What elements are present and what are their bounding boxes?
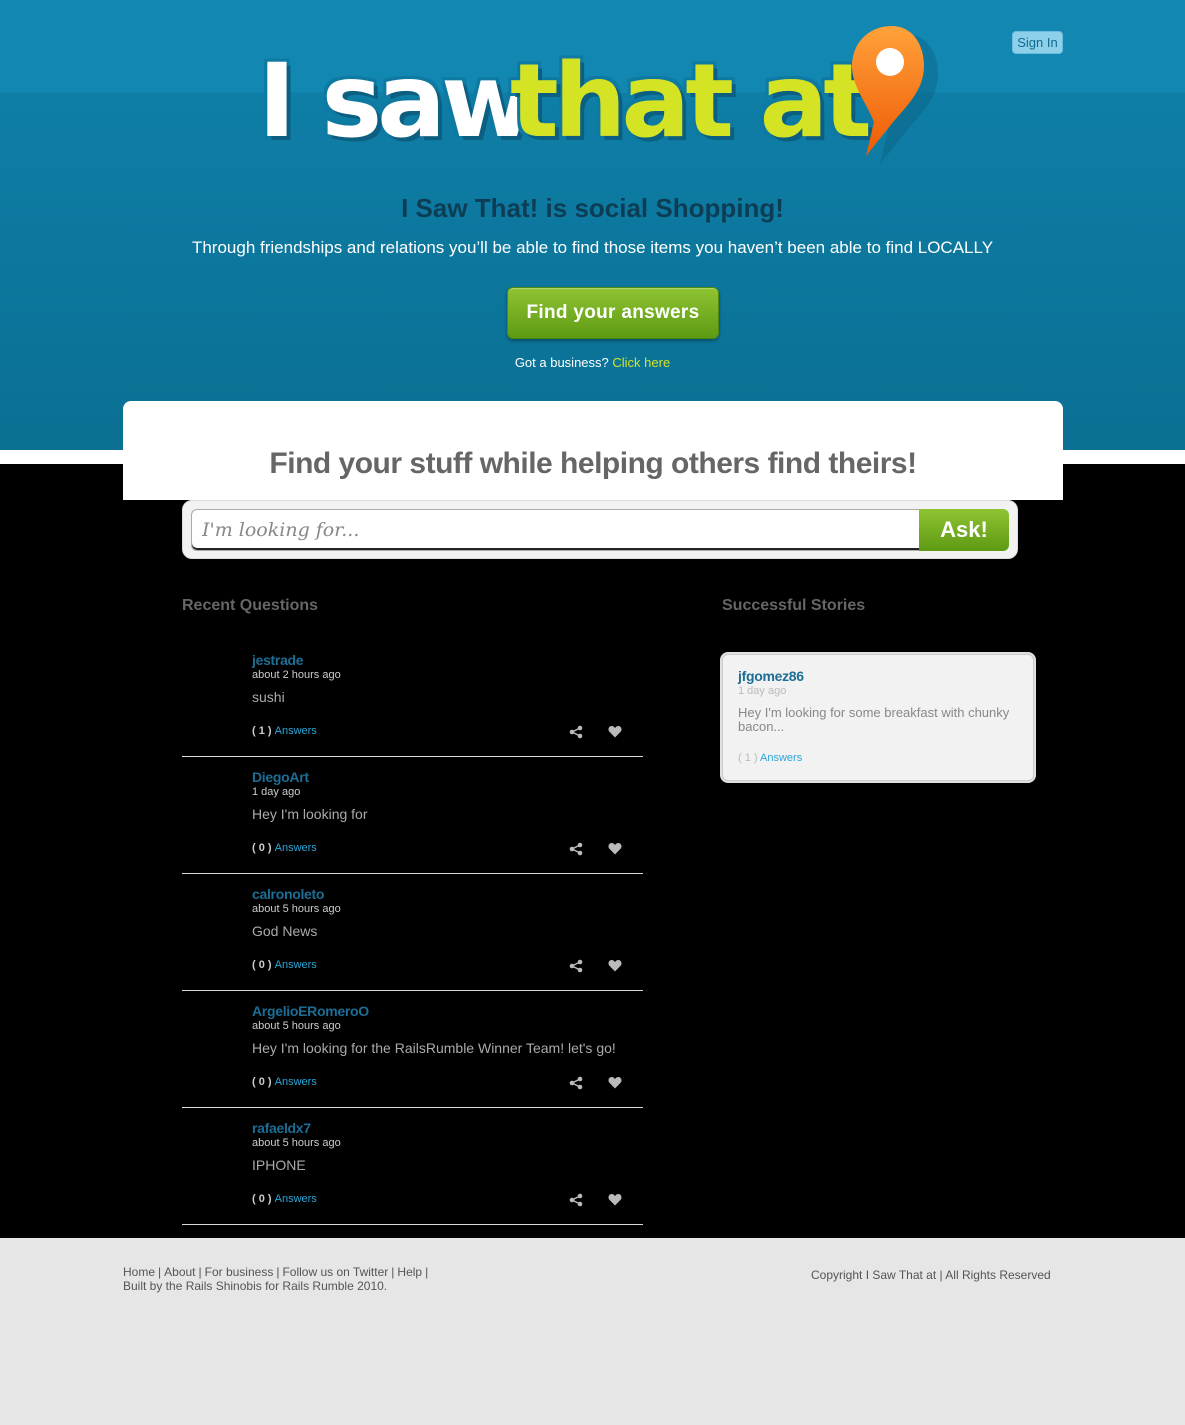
list-item: DiegoArt 1 day ago Hey I'm looking for (… — [182, 757, 643, 874]
answer-count: ( 0 ) — [252, 1076, 272, 1088]
footer-link-help[interactable]: Help — [394, 1265, 425, 1279]
story-card[interactable]: jfgomez86 1 day ago Hey I'm looking for … — [722, 654, 1034, 781]
answers-link[interactable]: Answers — [275, 1076, 317, 1088]
share-icon[interactable] — [569, 959, 583, 973]
heart-icon[interactable] — [608, 1193, 622, 1206]
question-timestamp: about 5 hours ago — [252, 1137, 341, 1149]
question-username[interactable]: jestrade — [252, 652, 304, 668]
recent-questions-list: jestrade about 2 hours ago sushi ( 1 ) A… — [182, 640, 643, 1225]
question-text[interactable]: God News — [252, 923, 317, 939]
question-username[interactable]: ArgelioERomeroO — [252, 1003, 369, 1019]
search-input[interactable] — [191, 509, 921, 551]
answers-link[interactable]: Answers — [760, 752, 802, 764]
question-answers: ( 0 ) Answers — [252, 1076, 317, 1088]
answers-link[interactable]: Answers — [275, 1193, 317, 1205]
question-timestamp: about 2 hours ago — [252, 669, 341, 681]
answer-count: ( 0 ) — [252, 842, 272, 854]
answer-count: ( 0 ) — [252, 1193, 272, 1205]
share-icon[interactable] — [569, 842, 583, 856]
list-item: jestrade about 2 hours ago sushi ( 1 ) A… — [182, 640, 643, 757]
question-text[interactable]: IPHONE — [252, 1157, 306, 1173]
list-item: calronoleto about 5 hours ago God News (… — [182, 874, 643, 991]
question-text[interactable]: Hey I'm looking for the RailsRumble Winn… — [252, 1040, 616, 1056]
question-answers: ( 1 ) Answers — [252, 725, 317, 737]
heart-icon[interactable] — [608, 1076, 622, 1089]
successful-stories-title: Successful Stories — [722, 597, 866, 614]
footer-link-home[interactable]: Home — [123, 1265, 158, 1279]
panel-heading: Find your stuff while helping others fin… — [269, 447, 917, 480]
ask-button[interactable]: Ask! — [919, 509, 1009, 551]
footer-copyright: Copyright I Saw That at | All Rights Res… — [811, 1268, 1051, 1282]
footer-link-twitter[interactable]: Follow us on Twitter — [279, 1265, 391, 1279]
answers-link[interactable]: Answers — [275, 725, 317, 737]
business-prompt: Got a business? Click here — [0, 355, 1185, 370]
find-answers-button[interactable]: Find your answers — [507, 287, 719, 339]
question-text[interactable]: sushi — [252, 689, 285, 705]
story-text: Hey I'm looking for some breakfast with … — [738, 705, 1010, 734]
share-icon[interactable] — [569, 1076, 583, 1090]
question-timestamp: about 5 hours ago — [252, 903, 341, 915]
story-timestamp: 1 day ago — [738, 685, 787, 697]
question-username[interactable]: rafaeldx7 — [252, 1120, 311, 1136]
story-answers: ( 1 ) Answers — [738, 752, 802, 764]
footer-link-business[interactable]: For business — [202, 1265, 277, 1279]
footer-nav: Home | About | For business | Follow us on Twi… — [123, 1266, 428, 1278]
share-icon[interactable] — [569, 1193, 583, 1207]
question-username[interactable]: DiegoArt — [252, 769, 309, 785]
footer-credits: Built by the Rails Shinobis for Rails Ru… — [123, 1279, 388, 1293]
subtagline: Through friendships and relations you’ll… — [191, 238, 994, 257]
footer-link-about[interactable]: About — [161, 1265, 198, 1279]
answer-count: ( 1 ) — [252, 725, 272, 737]
list-item: rafaeldx7 about 5 hours ago IPHONE ( 0 )… — [182, 1108, 643, 1225]
tagline: I Saw That! is social Shopping! — [401, 193, 784, 223]
business-click-here-link[interactable]: Click here — [612, 355, 670, 370]
site-logo[interactable]: I saw that at — [248, 26, 968, 178]
question-username[interactable]: calronoleto — [252, 886, 324, 902]
recent-questions-title: Recent Questions — [182, 597, 319, 614]
map-pin-icon — [852, 26, 938, 164]
story-username[interactable]: jfgomez86 — [738, 668, 804, 684]
question-answers: ( 0 ) Answers — [252, 842, 317, 854]
business-prompt-text: Got a business? — [514, 355, 609, 370]
question-text[interactable]: Hey I'm looking for — [252, 806, 368, 822]
footer-separator: | — [425, 1265, 429, 1279]
question-answers: ( 0 ) Answers — [252, 1193, 317, 1205]
answers-link[interactable]: Answers — [275, 842, 317, 854]
question-timestamp: about 5 hours ago — [252, 1020, 341, 1032]
search-bar: Ask! — [182, 500, 1018, 559]
heart-icon[interactable] — [608, 725, 622, 738]
answer-count: ( 1 ) — [738, 752, 758, 764]
logo-word-2: that at — [510, 42, 872, 161]
logo-word-1: I saw — [258, 42, 535, 161]
question-timestamp: 1 day ago — [252, 786, 301, 798]
answer-count: ( 0 ) — [252, 959, 272, 971]
share-icon[interactable] — [569, 725, 583, 739]
sign-in-button[interactable]: Sign In — [1012, 31, 1063, 54]
search-panel: Find your stuff while helping others fin… — [123, 401, 1063, 500]
list-item: ArgelioERomeroO about 5 hours ago Hey I'… — [182, 991, 643, 1108]
question-answers: ( 0 ) Answers — [252, 959, 317, 971]
heart-icon[interactable] — [608, 842, 622, 855]
answers-link[interactable]: Answers — [275, 959, 317, 971]
heart-icon[interactable] — [608, 959, 622, 972]
